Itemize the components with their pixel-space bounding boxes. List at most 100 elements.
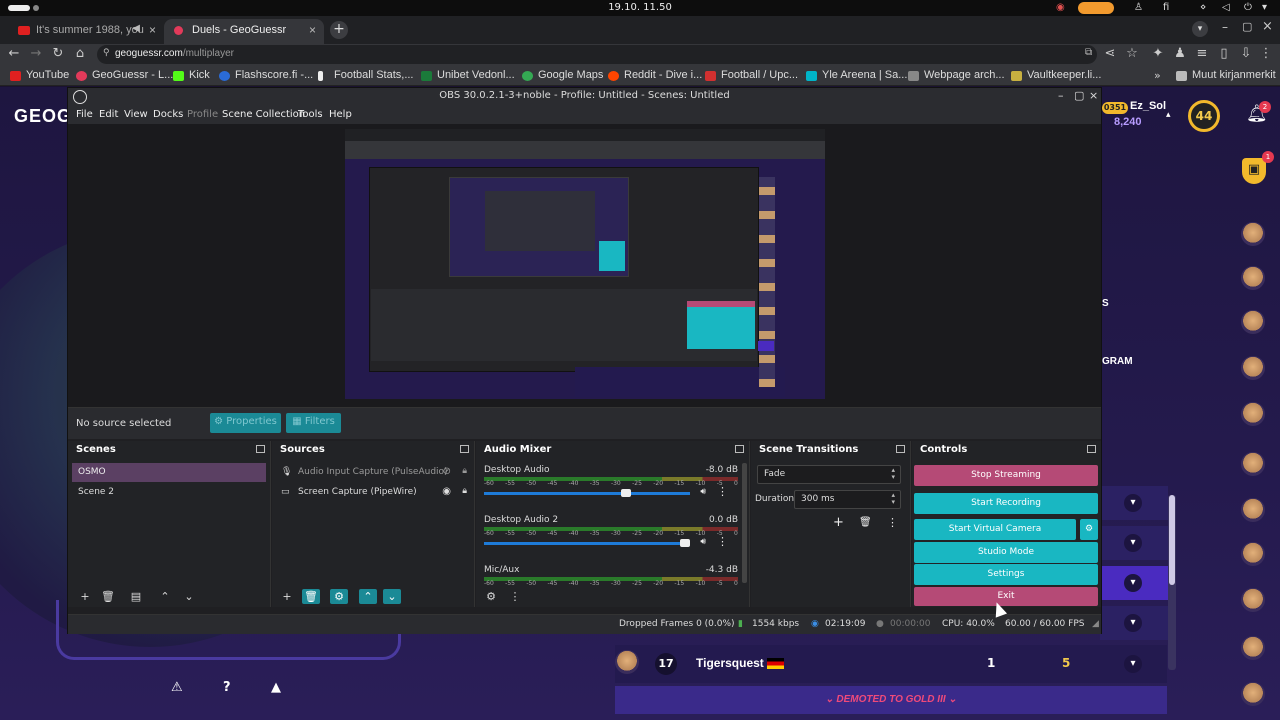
friend-avatar[interactable] (1241, 636, 1265, 660)
volume-slider-knob[interactable] (621, 489, 632, 497)
scene-item-osmo[interactable]: OSMO (72, 463, 266, 482)
volume-icon[interactable]: ◁ (1222, 2, 1230, 13)
expand-chevron-icon[interactable]: ▾ (1124, 574, 1142, 592)
channel-menu-icon[interactable]: ⋮ (717, 535, 728, 548)
share-icon[interactable]: ⋖ (1102, 46, 1118, 62)
minimize-icon[interactable]: – (1058, 89, 1064, 102)
move-up-icon[interactable]: ⌃ (156, 589, 174, 604)
division-shield-icon[interactable]: ▣ (1242, 158, 1266, 184)
friend-avatar[interactable] (1241, 588, 1265, 612)
home-icon[interactable]: ⌂ (72, 46, 88, 62)
move-up-icon[interactable]: ⌃ (359, 589, 377, 604)
bookmark-webpage-archive[interactable]: Webpage arch... (908, 69, 1005, 83)
menu-file[interactable]: File (76, 109, 93, 120)
tab-audio-icon[interactable]: ◀ (132, 23, 140, 34)
menu-view[interactable]: View (124, 109, 148, 120)
lock-icon[interactable]: 🔒︎ (462, 486, 467, 496)
system-menu-chevron-icon[interactable]: ▾ (1262, 2, 1267, 13)
close-icon[interactable]: × (1089, 89, 1098, 102)
undock-icon[interactable] (256, 445, 265, 453)
friend-avatar[interactable] (1241, 266, 1265, 290)
screen-share-indicator-icon[interactable] (1078, 2, 1114, 14)
site-info-icon[interactable]: ⚲ (103, 47, 110, 58)
friend-avatar[interactable] (1241, 310, 1265, 334)
add-transition-icon[interactable]: + (833, 515, 844, 530)
bookmark-football-stats[interactable]: Football Stats,... (318, 69, 413, 83)
bookmark-vaultkeeper[interactable]: Vaultkeeper.li... (1011, 69, 1101, 83)
media-control-icon[interactable]: ≡ (1194, 46, 1210, 62)
downloads-icon[interactable]: ⇩ (1238, 46, 1254, 62)
chrome-menu-icon[interactable]: ⋮ (1258, 46, 1274, 62)
friend-avatar[interactable] (1241, 356, 1265, 380)
remove-source-icon[interactable]: 🗑︎ (302, 589, 320, 604)
menu-profile[interactable]: Profile (187, 109, 218, 120)
source-properties-icon[interactable]: ⚙ (330, 589, 348, 604)
virtual-camera-settings-gear-icon[interactable]: ⚙ (1080, 519, 1098, 540)
friend-avatar[interactable] (1241, 402, 1265, 426)
network-icon[interactable]: ⋄ (1200, 2, 1206, 13)
expand-chevron-icon[interactable]: ▾ (1124, 655, 1142, 673)
extensions-puzzle-icon[interactable]: ✦ (1150, 46, 1166, 62)
settings-button[interactable]: Settings (914, 564, 1098, 585)
add-scene-icon[interactable]: + (76, 589, 94, 604)
duration-spinbox[interactable]: 300 ms ▴ ▾ (794, 490, 901, 509)
undock-icon[interactable] (896, 445, 905, 453)
bookmark-star-icon[interactable]: ☆ (1124, 46, 1140, 62)
bookmark-youtube[interactable]: YouTube (10, 69, 69, 83)
expand-chevron-icon[interactable]: ▾ (1124, 534, 1142, 552)
close-tab-icon[interactable]: × (149, 23, 156, 37)
bookmark-geoguessr[interactable]: GeoGuessr - L... (76, 69, 173, 83)
close-tab-icon[interactable]: × (309, 23, 316, 37)
maximize-window-icon[interactable]: ▢ (1242, 20, 1252, 33)
speaker-icon[interactable]: 🔊︎ (700, 537, 706, 547)
studio-mode-button[interactable]: Studio Mode (914, 542, 1098, 563)
friend-avatar[interactable] (1241, 222, 1265, 246)
obs-title-bar[interactable]: OBS 30.0.2.1-3+noble - Profile: Untitled… (68, 88, 1101, 106)
mixer-scrollbar[interactable] (742, 463, 747, 583)
start-recording-button[interactable]: Start Recording (914, 493, 1098, 514)
undock-icon[interactable] (735, 445, 744, 453)
expand-chevron-icon[interactable]: ▾ (1124, 494, 1142, 512)
properties-button[interactable]: ⚙ Properties (210, 413, 281, 433)
record-indicator-icon[interactable]: ◉ (1056, 2, 1065, 13)
source-item-screen-capture[interactable]: ▭ Screen Capture (PipeWire) ◉ 🔒︎ (276, 483, 471, 502)
new-tab-button[interactable]: + (330, 21, 348, 39)
menu-edit[interactable]: Edit (99, 109, 118, 120)
open-in-app-icon[interactable]: ⧉ (1085, 47, 1092, 58)
transition-menu-icon[interactable]: ⋮ (887, 516, 898, 529)
menu-tools[interactable]: Tools (298, 109, 323, 120)
move-down-icon[interactable]: ⌄ (383, 589, 401, 604)
mixer-menu-icon[interactable]: ⋮ (506, 589, 524, 604)
undock-icon[interactable] (460, 445, 469, 453)
scrollbar-thumb[interactable] (1169, 495, 1175, 585)
more-bookmarks-chevron-icon[interactable]: » (1154, 69, 1161, 82)
lock-icon[interactable]: 🔒︎ (462, 466, 467, 476)
spin-arrows-icon[interactable]: ▴ ▾ (891, 492, 895, 506)
back-arrow-icon[interactable]: ← (6, 46, 22, 62)
geoguessr-logo[interactable]: GEOG (14, 106, 72, 127)
bookmark-flashscore[interactable]: Flashscore.fi -... (219, 69, 313, 83)
bookmark-football-upcoming[interactable]: Football / Upc... (705, 69, 798, 83)
minimize-window-icon[interactable]: – (1222, 20, 1228, 34)
hidden-eye-icon[interactable]: ⊘ (443, 466, 451, 477)
expand-chevron-icon[interactable]: ▾ (1124, 614, 1142, 632)
friend-avatar[interactable] (1241, 498, 1265, 522)
filters-button[interactable]: ▦ Filters (286, 413, 341, 433)
friend-avatar[interactable] (1241, 452, 1265, 476)
reload-icon[interactable]: ↻ (50, 46, 66, 62)
leaderboard-row-player[interactable]: 17 Tigersquest 1 5 ▾ (615, 645, 1167, 683)
program-preview[interactable] (345, 129, 825, 399)
eye-icon[interactable]: ◉ (442, 486, 451, 497)
volume-slider[interactable] (484, 489, 690, 497)
bookmark-google-maps[interactable]: Google Maps (522, 69, 603, 83)
level-badge[interactable]: 44 (1188, 100, 1220, 132)
advanced-audio-gear-icon[interactable]: ⚙ (482, 589, 500, 604)
menu-docks[interactable]: Docks (153, 109, 183, 120)
help-icon[interactable]: ? (223, 680, 231, 695)
activities-indicator[interactable] (8, 5, 30, 11)
warning-icon[interactable]: ⚠ (171, 680, 183, 695)
friend-avatar[interactable] (1241, 682, 1265, 706)
add-source-icon[interactable]: + (278, 589, 296, 604)
maximize-icon[interactable]: ▢ (1074, 89, 1084, 102)
bookmark-yle-areena[interactable]: Yle Areena | Sa... (806, 69, 907, 83)
